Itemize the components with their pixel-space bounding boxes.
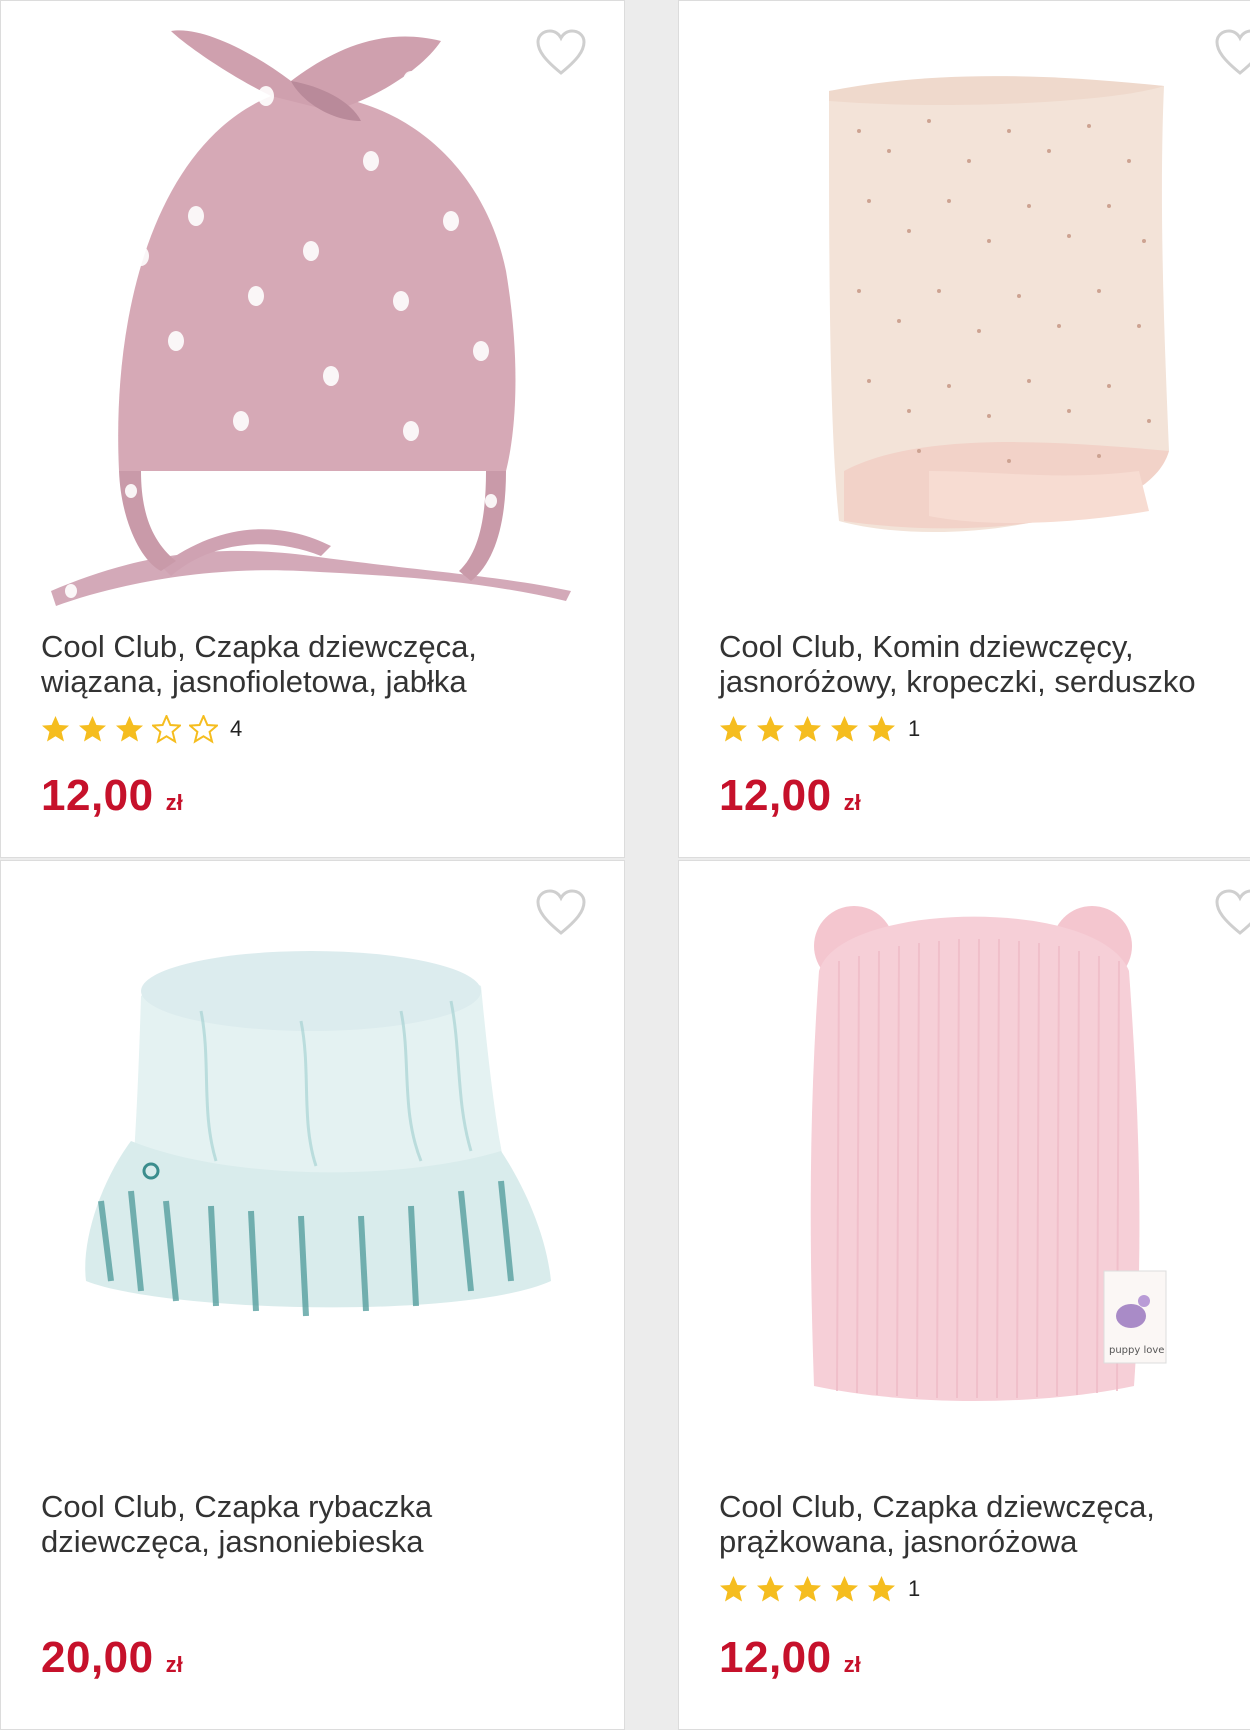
title-line: Cool Club, Czapka dziewczęca, [41, 629, 477, 664]
product-price: 12,00 zł [719, 771, 861, 821]
title-line: dziewczęca, jasnoniebieska [41, 1524, 424, 1559]
price-amount: 12,00 [41, 771, 154, 820]
rating-count: 1 [908, 1576, 921, 1601]
title-line: prążkowana, jasnoróżowa [719, 1524, 1078, 1559]
heart-outline-icon[interactable] [1214, 29, 1250, 77]
product-card[interactable]: puppy love Cool Club, Czapka dziewczęca,… [678, 860, 1250, 1730]
star-filled-icon [757, 1575, 784, 1601]
heart-outline-icon[interactable] [535, 29, 587, 77]
star-empty-icon [189, 714, 218, 744]
product-card[interactable]: Cool Club, Komin dziewczęcy, jasnoróżowy,… [678, 0, 1250, 858]
product-image[interactable] [679, 1, 1250, 621]
product-title[interactable]: Cool Club, Czapka rybaczka dziewczęca, ja… [41, 1489, 611, 1559]
star-filled-icon [868, 715, 895, 741]
star-filled-icon [116, 715, 143, 741]
rating-stars [41, 714, 218, 744]
rating-stars [719, 715, 896, 744]
price-amount: 12,00 [719, 771, 832, 820]
star-empty-icon [152, 714, 181, 744]
star-filled-icon [757, 715, 784, 741]
price-currency: zł [843, 790, 861, 815]
product-price: 12,00 zł [41, 771, 183, 821]
rating: 4 [41, 713, 242, 745]
star-filled-icon [794, 1575, 821, 1601]
star-filled-icon [831, 715, 858, 741]
product-price: 20,00 zł [41, 1633, 183, 1683]
product-image[interactable] [1, 1, 625, 621]
star-filled-icon [868, 1575, 895, 1601]
title-line: wiązana, jasnofioletowa, jabłka [41, 664, 467, 699]
price-amount: 20,00 [41, 1633, 154, 1682]
star-filled-icon [42, 715, 69, 741]
rating: 1 [719, 713, 920, 745]
title-line: Cool Club, Czapka dziewczęca, [719, 1489, 1155, 1524]
star-filled-icon [79, 715, 106, 741]
product-title[interactable]: Cool Club, Czapka dziewczęca, wiązana, ja… [41, 629, 611, 699]
rating-count: 1 [908, 716, 921, 741]
title-line: jasnoróżowy, kropeczki, serduszko [719, 664, 1196, 699]
product-card[interactable]: Cool Club, Czapka dziewczęca, wiązana, ja… [0, 0, 625, 858]
heart-outline-icon[interactable] [535, 889, 587, 937]
price-amount: 12,00 [719, 1633, 832, 1682]
product-title[interactable]: Cool Club, Czapka dziewczęca, prążkowana,… [719, 1489, 1250, 1559]
product-title[interactable]: Cool Club, Komin dziewczęcy, jasnoróżowy,… [719, 629, 1250, 699]
title-line: Cool Club, Komin dziewczęcy, [719, 629, 1134, 664]
star-filled-icon [720, 1575, 747, 1601]
svg-text:puppy love: puppy love [1109, 1345, 1164, 1356]
star-filled-icon [720, 715, 747, 741]
heart-outline-icon[interactable] [1214, 889, 1250, 937]
star-filled-icon [831, 1575, 858, 1601]
title-line: Cool Club, Czapka rybaczka [41, 1489, 433, 1524]
rating: 1 [719, 1573, 920, 1605]
product-price: 12,00 zł [719, 1633, 861, 1683]
price-currency: zł [843, 1652, 861, 1677]
rating-stars [719, 1575, 896, 1604]
star-filled-icon [794, 715, 821, 741]
rating-count: 4 [230, 716, 243, 741]
product-card[interactable]: Cool Club, Czapka rybaczka dziewczęca, ja… [0, 860, 625, 1730]
product-image[interactable] [1, 861, 625, 1461]
product-image[interactable]: puppy love [679, 861, 1250, 1461]
price-currency: zł [165, 1652, 183, 1677]
price-currency: zł [165, 790, 183, 815]
